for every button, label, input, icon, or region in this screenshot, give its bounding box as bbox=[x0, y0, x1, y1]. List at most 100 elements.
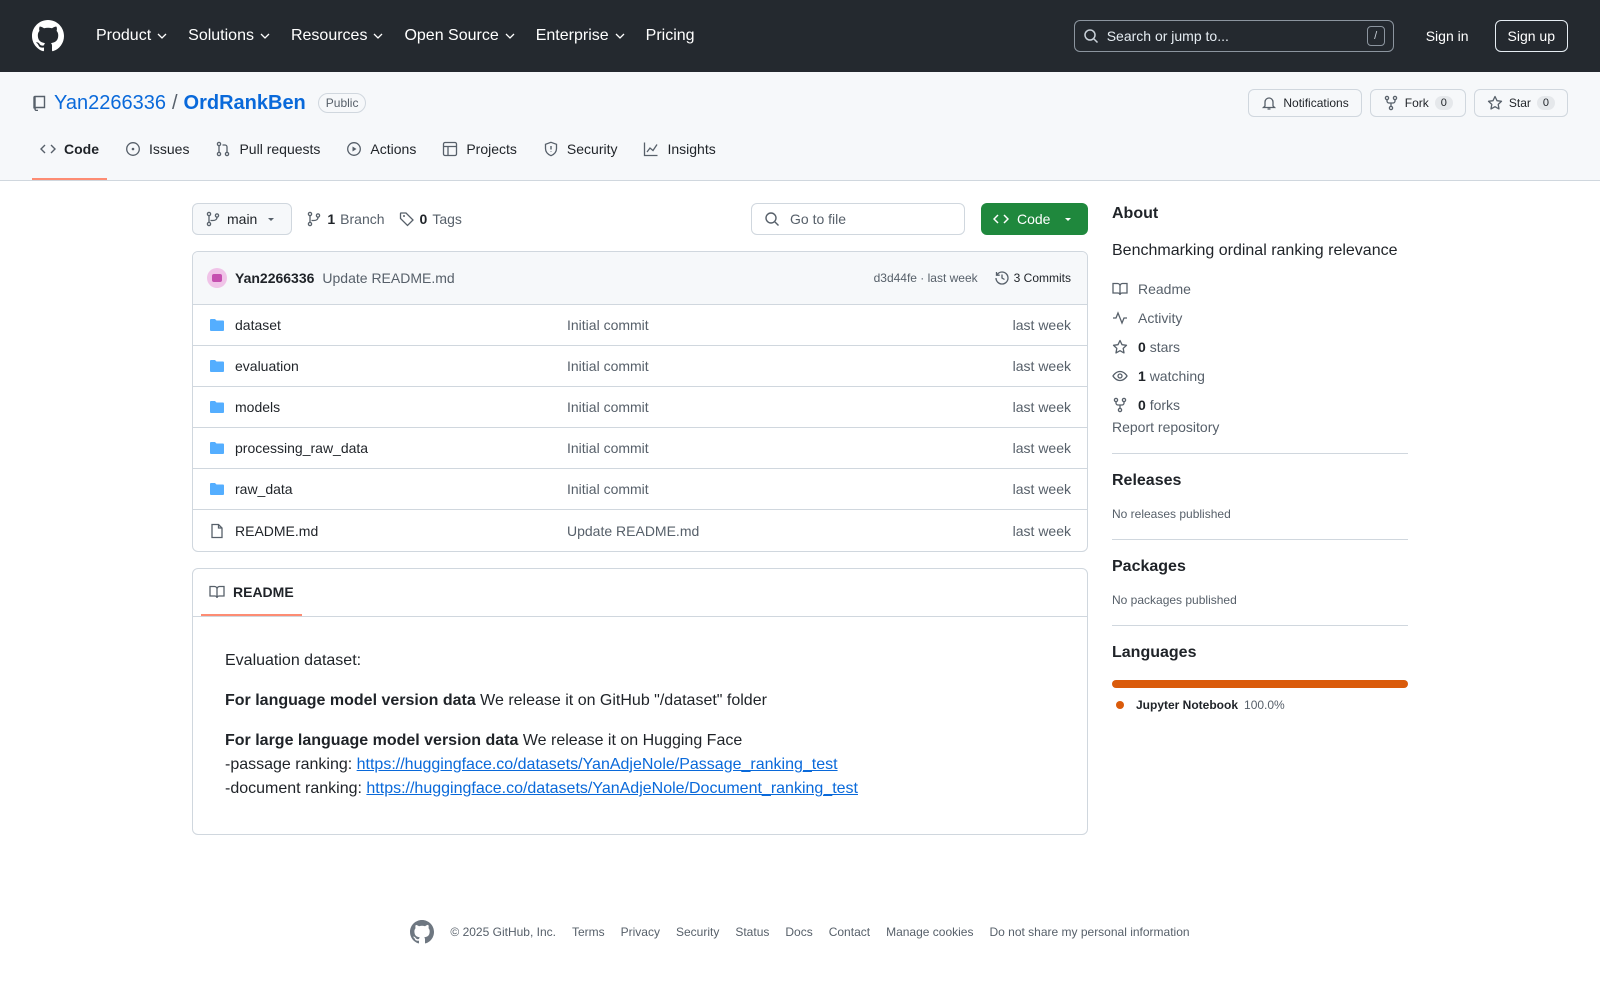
file-name-link[interactable]: processing_raw_data bbox=[235, 440, 567, 456]
global-search-input[interactable]: Search or jump to... / bbox=[1073, 20, 1394, 52]
packages-section: Packages No packages published bbox=[1112, 539, 1408, 607]
tab-projects[interactable]: Projects bbox=[434, 134, 525, 180]
file-commit-link[interactable]: Initial commit bbox=[567, 440, 1013, 456]
fork-button[interactable]: Fork 0 bbox=[1369, 89, 1466, 117]
packages-heading[interactable]: Packages bbox=[1112, 558, 1408, 576]
readme-header: README bbox=[193, 569, 1087, 617]
commit-hash-time[interactable]: d3d44fe · last week bbox=[874, 271, 978, 285]
commit-author-link[interactable]: Yan2266336 bbox=[235, 270, 314, 286]
stars-link[interactable]: 0 stars bbox=[1112, 332, 1408, 361]
document-prefix: -document ranking: bbox=[225, 780, 367, 797]
readme-lm-text: We release it on GitHub "/dataset" folde… bbox=[475, 692, 767, 709]
file-commit-link[interactable]: Initial commit bbox=[567, 481, 1013, 497]
repo-separator: / bbox=[171, 91, 178, 114]
file-name-link[interactable]: README.md bbox=[235, 523, 567, 539]
notifications-button[interactable]: Notifications bbox=[1248, 89, 1362, 117]
footer-link-manage-cookies[interactable]: Manage cookies bbox=[886, 925, 973, 939]
github-logo-icon[interactable] bbox=[32, 20, 64, 52]
tags-link[interactable]: 0 Tags bbox=[399, 211, 462, 227]
github-logo-icon[interactable] bbox=[410, 920, 435, 944]
code-button-label: Code bbox=[1017, 211, 1051, 227]
pull-request-icon bbox=[217, 141, 230, 157]
footer-link-do-not-share[interactable]: Do not share my personal information bbox=[989, 925, 1189, 939]
language-name: Jupyter Notebook bbox=[1136, 698, 1239, 712]
file-time: last week bbox=[1012, 440, 1071, 456]
releases-heading[interactable]: Releases bbox=[1112, 472, 1408, 490]
table-row[interactable]: raw_data Initial commit last week bbox=[193, 469, 1087, 510]
footer-link-status[interactable]: Status bbox=[735, 925, 769, 939]
table-row[interactable]: models Initial commit last week bbox=[193, 387, 1087, 428]
about-links: Readme Activity 0 stars 1 watching 0 for… bbox=[1112, 274, 1408, 419]
search-shortcut-key: / bbox=[1366, 26, 1385, 46]
nav-resources[interactable]: Resources bbox=[281, 20, 394, 52]
footer-link-terms[interactable]: Terms bbox=[572, 925, 605, 939]
file-commit-link[interactable]: Initial commit bbox=[567, 399, 1013, 415]
file-time: last week bbox=[1012, 399, 1071, 415]
nav-open-source-label: Open Source bbox=[404, 27, 499, 44]
star-button[interactable]: Star 0 bbox=[1473, 89, 1568, 117]
forks-count: 0 bbox=[1138, 396, 1146, 413]
footer-link-docs[interactable]: Docs bbox=[785, 925, 812, 939]
avatar[interactable] bbox=[207, 268, 227, 288]
go-to-file-input[interactable]: Go to file bbox=[751, 203, 965, 235]
readme-link[interactable]: Readme bbox=[1112, 274, 1408, 303]
watching-link[interactable]: 1 watching bbox=[1112, 361, 1408, 390]
language-item[interactable]: Jupyter Notebook 100.0% bbox=[1112, 698, 1408, 712]
repo-name-link[interactable]: OrdRankBen bbox=[184, 92, 306, 115]
file-commit-link[interactable]: Initial commit bbox=[567, 358, 1013, 374]
file-name-link[interactable]: evaluation bbox=[235, 358, 567, 374]
caret-down-icon bbox=[1065, 218, 1071, 221]
tab-code[interactable]: Code bbox=[32, 134, 107, 180]
file-time: last week bbox=[1012, 358, 1071, 374]
nav-open-source[interactable]: Open Source bbox=[394, 20, 525, 52]
tab-actions[interactable]: Actions bbox=[338, 134, 424, 180]
table-row[interactable]: processing_raw_data Initial commit last … bbox=[193, 428, 1087, 469]
file-commit-link[interactable]: Initial commit bbox=[567, 317, 1013, 333]
readme-llm-text: We release it on Hugging Face bbox=[518, 732, 743, 749]
file-name-link[interactable]: dataset bbox=[235, 317, 567, 333]
tab-readme[interactable]: README bbox=[201, 584, 302, 616]
table-row[interactable]: README.md Update README.md last week bbox=[193, 510, 1087, 551]
sign-up-button[interactable]: Sign up bbox=[1494, 20, 1568, 52]
nav-pricing[interactable]: Pricing bbox=[636, 20, 705, 52]
branches-link[interactable]: 1 Branch bbox=[306, 211, 385, 227]
nav-solutions[interactable]: Solutions bbox=[178, 20, 281, 52]
tab-issues[interactable]: Issues bbox=[117, 134, 197, 180]
watching-label: watching bbox=[1149, 367, 1205, 384]
chevron-down-icon bbox=[260, 33, 270, 39]
bell-icon bbox=[1262, 97, 1277, 110]
book-icon bbox=[209, 585, 225, 599]
repo-owner-link[interactable]: Yan2266336 bbox=[54, 92, 166, 115]
forks-link[interactable]: 0 forks bbox=[1112, 390, 1408, 419]
code-dropdown-button[interactable]: Code bbox=[981, 203, 1088, 235]
branch-icon bbox=[206, 211, 220, 227]
activity-link[interactable]: Activity bbox=[1112, 303, 1408, 332]
file-name-link[interactable]: models bbox=[235, 399, 567, 415]
table-row[interactable]: dataset Initial commit last week bbox=[193, 305, 1087, 346]
footer-link-privacy[interactable]: Privacy bbox=[621, 925, 660, 939]
file-commit-link[interactable]: Update README.md bbox=[567, 523, 1013, 539]
code-icon bbox=[993, 214, 1009, 224]
nav-enterprise[interactable]: Enterprise bbox=[526, 20, 636, 52]
tab-pull-requests[interactable]: Pull requests bbox=[207, 134, 328, 180]
tab-insights[interactable]: Insights bbox=[635, 134, 723, 180]
sign-in-link[interactable]: Sign in bbox=[1418, 20, 1477, 52]
graph-icon bbox=[644, 142, 659, 157]
table-row[interactable]: evaluation Initial commit last week bbox=[193, 346, 1087, 387]
footer-link-security[interactable]: Security bbox=[676, 925, 719, 939]
nav-product[interactable]: Product bbox=[86, 20, 178, 52]
document-ranking-link[interactable]: https://huggingface.co/datasets/YanAdjeN… bbox=[366, 780, 858, 797]
tab-security[interactable]: Security bbox=[535, 134, 626, 180]
repo-actions: Notifications Fork 0 Star 0 bbox=[1248, 89, 1568, 117]
commit-message-link[interactable]: Update README.md bbox=[322, 270, 454, 286]
file-name-link[interactable]: raw_data bbox=[235, 481, 567, 497]
passage-ranking-link[interactable]: https://huggingface.co/datasets/YanAdjeN… bbox=[357, 756, 838, 773]
branch-select-button[interactable]: main bbox=[192, 203, 293, 235]
about-description: Benchmarking ordinal ranking relevance bbox=[1112, 242, 1398, 259]
file-time: last week bbox=[1012, 522, 1071, 539]
report-repository-link[interactable]: Report repository bbox=[1112, 419, 1219, 435]
commits-history-link[interactable]: 3 Commits bbox=[994, 270, 1071, 286]
language-bar bbox=[1112, 680, 1408, 688]
fork-label: Fork bbox=[1404, 96, 1429, 110]
footer-link-contact[interactable]: Contact bbox=[829, 925, 870, 939]
